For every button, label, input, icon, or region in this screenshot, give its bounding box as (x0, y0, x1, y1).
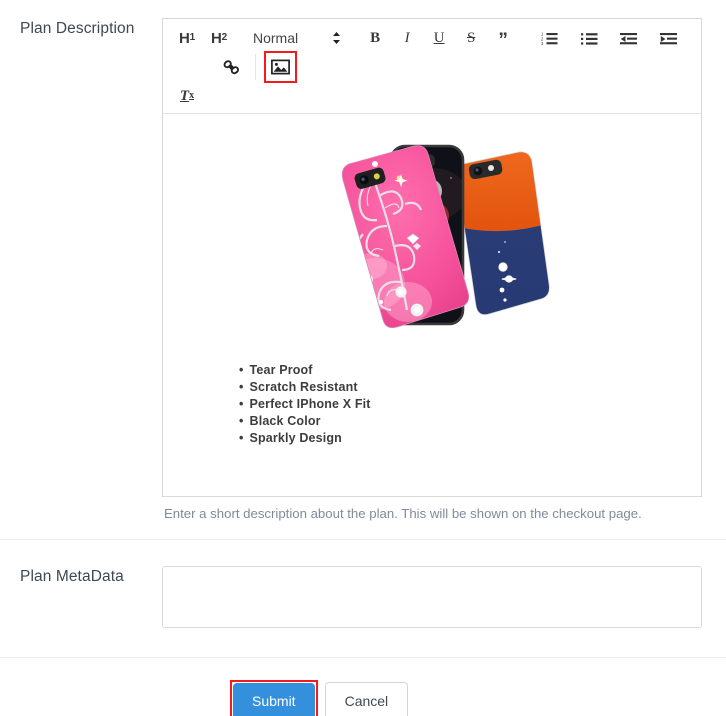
heading-1-label: H (178, 29, 190, 47)
plan-metadata-input[interactable] (162, 566, 702, 628)
svg-text:3: 3 (541, 41, 544, 46)
editor-toolbar: H1 H2 Normal B I U S ” 1 2 3 T x (163, 19, 701, 114)
list-item: Sparkly Design (239, 430, 685, 447)
plan-metadata-row: Plan MetaData (0, 540, 726, 633)
heading-2-label: H (210, 29, 222, 47)
plan-description-label: Plan Description (20, 20, 135, 37)
image-icon[interactable] (268, 54, 293, 80)
editor-content-area[interactable]: Tear Proof Scratch Resistant Perfect IPh… (163, 114, 701, 496)
clear-formatting-label: T (179, 87, 190, 104)
bullet-list-icon[interactable] (577, 25, 601, 51)
plan-description-field: H1 H2 Normal B I U S ” 1 2 3 T x • Tear … (162, 18, 702, 523)
heading-2-button[interactable]: H2 (207, 25, 231, 51)
feature-list: Tear Proof Scratch Resistant Perfect IPh… (179, 362, 685, 447)
submit-button[interactable]: Submit (233, 683, 315, 716)
plan-form-page: Plan Description H1 H2 Normal B I U S ” … (0, 0, 726, 716)
heading-2-sub: 2 (221, 32, 228, 43)
clear-formatting-sub: x (189, 90, 195, 101)
rich-text-editor[interactable]: H1 H2 Normal B I U S ” 1 2 3 T x • Tear … (162, 18, 702, 497)
bold-button[interactable]: B (363, 25, 387, 51)
plan-description-row: Plan Description H1 H2 Normal B I U S ” … (0, 0, 726, 523)
list-item: Scratch Resistant (239, 379, 685, 396)
plan-metadata-field (162, 566, 702, 633)
list-item: Perfect IPhone X Fit (239, 396, 685, 413)
strikethrough-button[interactable]: S (459, 25, 483, 51)
italic-button[interactable]: I (395, 25, 419, 51)
ordered-list-icon[interactable]: 1 2 3 (537, 25, 561, 51)
plan-description-help-text: Enter a short description about the plan… (164, 506, 642, 521)
form-actions: Submit Cancel (0, 658, 726, 716)
blockquote-button[interactable]: ” (491, 28, 515, 54)
format-picker[interactable]: Normal (253, 30, 341, 46)
chevron-updown-icon (332, 31, 341, 45)
link-icon[interactable] (219, 54, 243, 80)
cancel-button[interactable]: Cancel (324, 682, 409, 716)
underline-button[interactable]: U (427, 25, 451, 51)
submit-button-highlight: Submit (230, 680, 318, 716)
clear-formatting-icon[interactable]: Tx (175, 83, 199, 109)
heading-1-button[interactable]: H1 (175, 25, 199, 51)
format-picker-value: Normal (253, 30, 299, 46)
phone-cases-image (179, 128, 685, 362)
plan-metadata-label: Plan MetaData (20, 568, 124, 585)
outdent-icon[interactable] (617, 25, 641, 51)
list-item: Black Color (239, 413, 685, 430)
toolbar-divider (255, 54, 256, 80)
indent-icon[interactable] (657, 25, 681, 51)
heading-1-sub: 1 (189, 32, 196, 43)
image-button-highlight (264, 51, 297, 83)
list-item: Tear Proof (239, 362, 685, 379)
